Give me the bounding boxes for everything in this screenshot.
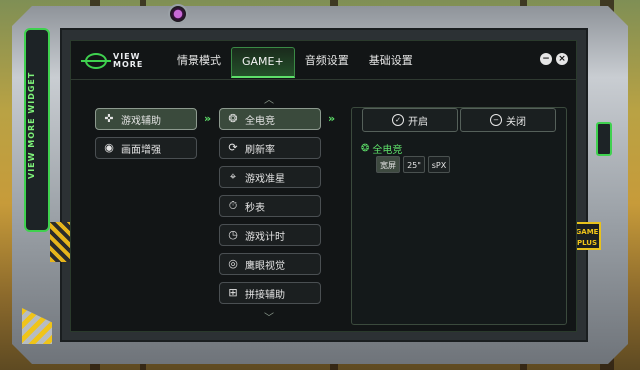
logo: VIEW MORE (81, 51, 144, 71)
chevron-right-icon: » (204, 112, 211, 125)
menu-item-label: 游戏准星 (245, 173, 285, 185)
stopwatch-icon: ⏱ (228, 199, 238, 212)
refresh-icon: ⟳ (228, 141, 238, 154)
tab-scene-mode[interactable]: 情景模式 (167, 47, 231, 75)
minus-circle-icon: − (490, 114, 502, 126)
side-label: VIEW MORE WIDGET (27, 71, 36, 179)
timer-icon: ◷ (228, 228, 238, 241)
main-nav: 情景模式 GAME+ 音频设置 基础设置 (167, 47, 423, 78)
section-title: ❂ 全电竞 (361, 141, 402, 156)
menu-item-label: 画面增强 (121, 144, 161, 156)
close-button[interactable]: × (556, 53, 568, 65)
game-plus-badge: GAME PLUS (573, 222, 601, 250)
crosshair-icon: ⌖ (229, 170, 237, 183)
main-panel: VIEW MORE 情景模式 GAME+ 音频设置 基础设置 − × ✜ 游戏辅… (70, 40, 577, 332)
scroll-down-icon[interactable]: ﹀ (264, 309, 274, 324)
badge-line2: PLUS (576, 239, 598, 247)
menu-item-game-timer[interactable]: ◷ 游戏计时 (219, 224, 321, 246)
camera-lens-icon: ◉ (104, 141, 114, 154)
menu-item-label: 秒表 (245, 202, 265, 214)
menu-item-display-enhance[interactable]: ◉ 画面增强 (95, 137, 197, 159)
toggle-on-label: 开启 (408, 116, 428, 128)
menu-item-esports[interactable]: ❂ 全电竞 (219, 108, 321, 130)
minimize-button[interactable]: − (540, 53, 552, 65)
menu-item-stopwatch[interactable]: ⏱ 秒表 (219, 195, 321, 217)
settings-panel: ✓ 开启 − 关闭 ❂ 全电竞 宽屏 25" sPX (351, 107, 567, 325)
toggle-on-tab[interactable]: ✓ 开启 (362, 108, 458, 132)
menu-item-label: 游戏计时 (245, 231, 285, 243)
nav-divider (71, 79, 576, 80)
badge-line1: GAME (575, 228, 599, 236)
toggle-off-tab[interactable]: − 关闭 (460, 108, 556, 132)
esports-small-icon: ❂ (361, 143, 370, 154)
section-title-label: 全电竞 (372, 145, 403, 156)
top-bar: VIEW MORE 情景模式 GAME+ 音频设置 基础设置 − × (71, 41, 576, 79)
scroll-up-icon[interactable]: ︿ (264, 91, 274, 106)
esports-icon: ❂ (228, 112, 238, 125)
hazard-stripe-left (50, 222, 72, 262)
option-25-inch[interactable]: 25" (403, 156, 425, 173)
option-spx[interactable]: sPX (428, 156, 450, 173)
menu-item-label: 鹰眼视觉 (245, 260, 285, 272)
menu-item-crosshair[interactable]: ⌖ 游戏准星 (219, 166, 321, 188)
menu-item-label: 游戏辅助 (121, 115, 161, 127)
splice-icon: ⊞ (228, 286, 238, 299)
window-controls: − × (540, 53, 568, 65)
chevron-right-icon: » (328, 112, 335, 125)
eagle-eye-icon: ◎ (228, 257, 238, 270)
menu-item-label: 全电竞 (245, 115, 275, 127)
menu-item-splice-assist[interactable]: ⊞ 拼接辅助 (219, 282, 321, 304)
option-widescreen[interactable]: 宽屏 (376, 156, 400, 173)
tab-audio-settings[interactable]: 音频设置 (295, 47, 359, 75)
gamepad-icon: ✜ (104, 112, 114, 125)
side-button-right (596, 122, 612, 156)
menu-item-refresh-rate[interactable]: ⟳ 刷新率 (219, 137, 321, 159)
camera-lens-decor (168, 4, 188, 24)
tab-game-plus[interactable]: GAME+ (231, 47, 295, 78)
menu-item-game-assist[interactable]: ✜ 游戏辅助 (95, 108, 197, 130)
logo-line2: MORE (113, 60, 144, 69)
check-circle-icon: ✓ (392, 114, 404, 126)
menu-item-label: 刷新率 (245, 144, 275, 156)
menu-item-eagle-eye[interactable]: ◎ 鹰眼视觉 (219, 253, 321, 275)
tab-basic-settings[interactable]: 基础设置 (359, 47, 423, 75)
logo-icon (81, 53, 111, 69)
toggle-off-label: 关闭 (506, 116, 526, 128)
menu-item-label: 拼接辅助 (245, 289, 285, 301)
